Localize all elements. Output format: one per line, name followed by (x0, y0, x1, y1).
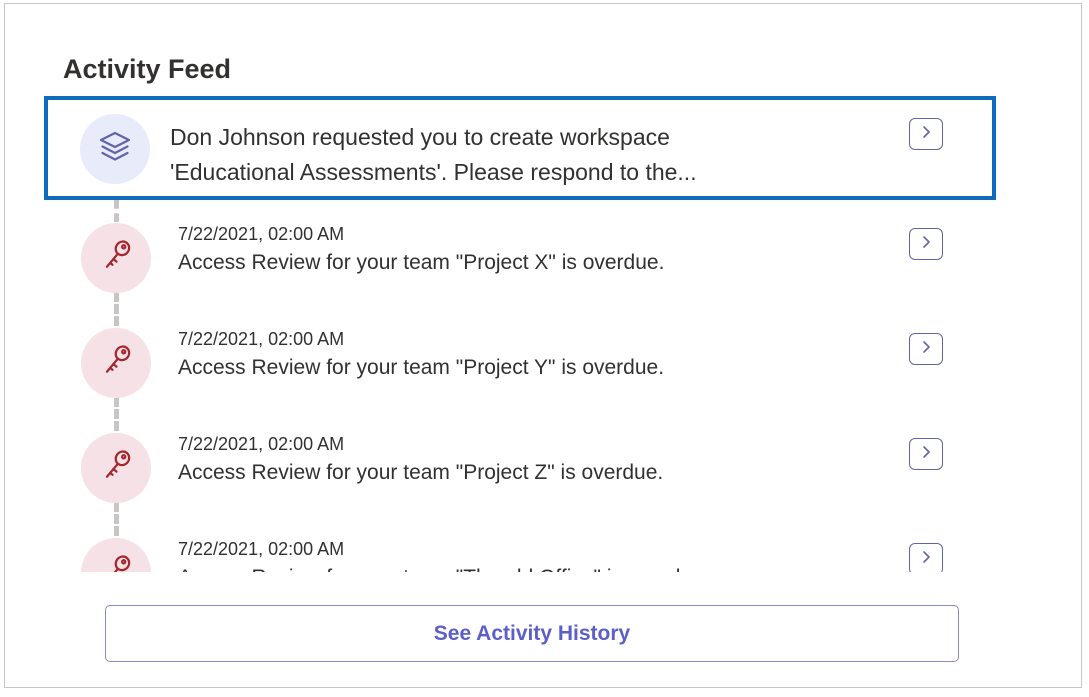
see-activity-history-button[interactable]: See Activity History (105, 605, 959, 662)
page-title: Activity Feed (63, 54, 232, 84)
item-text-line-1: Don Johnson requested you to create work… (170, 124, 670, 150)
item-message: Access Review for your team "Project Z" … (178, 461, 664, 484)
item-message: Access Review for your team "Project X" … (178, 251, 665, 274)
list-item-access-review[interactable]: 7/22/2021, 02:00 AM Access Review for yo… (44, 306, 996, 411)
chevron-right-icon (919, 445, 933, 464)
avatar (81, 328, 151, 398)
key-icon (96, 341, 136, 386)
open-item-button[interactable] (909, 438, 943, 470)
chevron-right-icon (919, 550, 933, 569)
avatar (81, 433, 151, 503)
list-item-access-review[interactable]: 7/22/2021, 02:00 AM Access Review for yo… (44, 411, 996, 516)
avatar (80, 114, 150, 184)
list-item-access-review[interactable]: 7/22/2021, 02:00 AM Access Review for yo… (44, 201, 996, 306)
layers-icon (95, 127, 135, 172)
avatar (81, 538, 151, 572)
list-item-workspace-request[interactable]: Don Johnson requested you to create work… (44, 96, 996, 200)
item-timestamp: 7/22/2021, 02:00 AM (178, 539, 345, 559)
open-item-button[interactable] (909, 543, 943, 572)
chevron-right-icon (919, 235, 933, 254)
item-message: Access Review for your team "Project Y" … (178, 356, 665, 379)
item-timestamp: 7/22/2021, 02:00 AM (178, 434, 345, 454)
list-item-access-review[interactable]: 7/22/2021, 02:00 AM Access Review for yo… (44, 516, 996, 572)
open-item-button[interactable] (909, 118, 943, 150)
activity-feed-list[interactable]: Don Johnson requested you to create work… (44, 96, 998, 572)
key-icon (96, 236, 136, 281)
item-timestamp: 7/22/2021, 02:00 AM (178, 224, 345, 244)
item-timestamp: 7/22/2021, 02:00 AM (178, 329, 345, 349)
key-icon (96, 551, 136, 572)
item-text: Don Johnson requested you to create work… (170, 120, 770, 190)
key-icon (96, 446, 136, 491)
open-item-button[interactable] (909, 228, 943, 260)
chevron-right-icon (919, 125, 933, 144)
open-item-button[interactable] (909, 333, 943, 365)
item-message: Access Review for your team "The old Off… (178, 564, 710, 572)
item-text-line-2: 'Educational Assessments'. Please respon… (170, 159, 697, 185)
avatar (81, 223, 151, 293)
chevron-right-icon (919, 340, 933, 359)
